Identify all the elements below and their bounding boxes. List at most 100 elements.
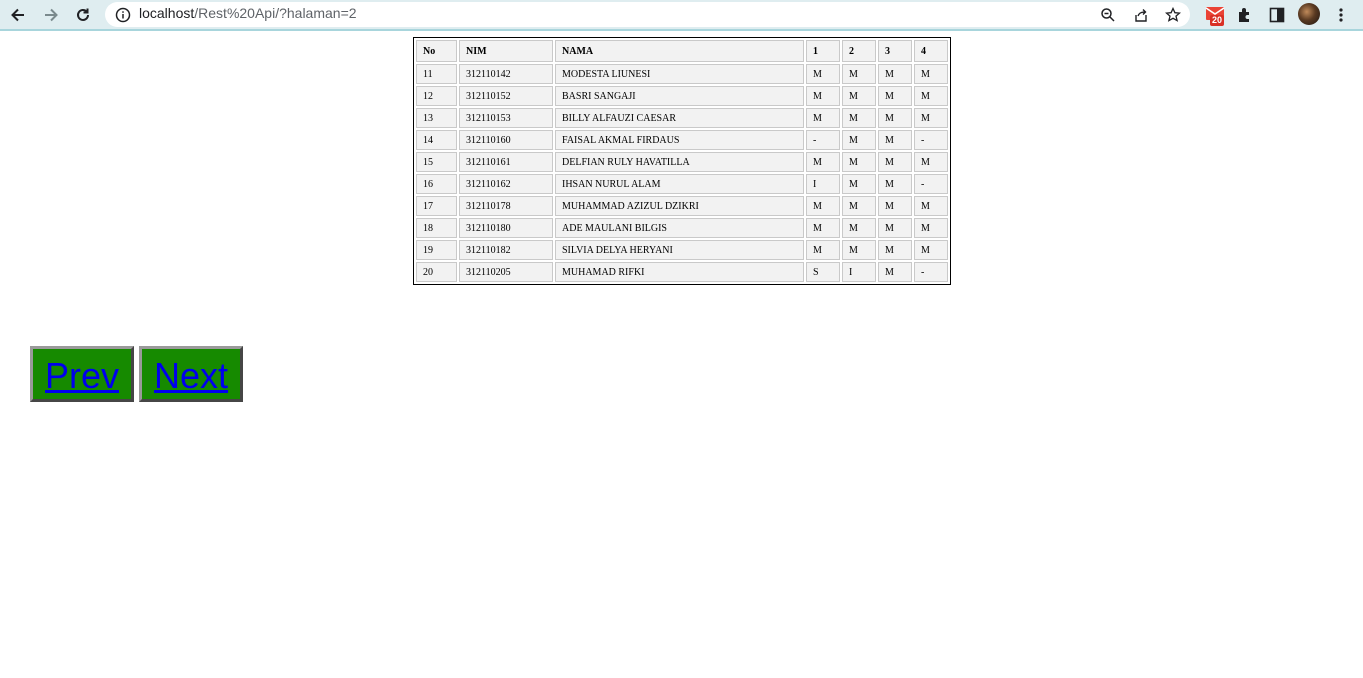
table-row: 19 312110182 SILVIA DELYA HERYANI M M M M [416,240,948,260]
cell-2: M [842,240,876,260]
cell-4: M [914,196,948,216]
cell-no: 20 [416,262,457,282]
header-nama: NAMA [555,40,804,62]
cell-no: 16 [416,174,457,194]
cell-nama: FAISAL AKMAL FIRDAUS [555,130,804,150]
cell-1: M [806,196,840,216]
cell-2: M [842,130,876,150]
table-row: 20 312110205 MUHAMAD RIFKI S I M - [416,262,948,282]
profile-avatar[interactable] [1298,3,1320,25]
cell-2: I [842,262,876,282]
cell-2: M [842,196,876,216]
url-text[interactable]: localhost/Rest%20Api/?halaman=2 [139,5,357,21]
url-path: /Rest%20Api/?halaman=2 [194,5,357,21]
cell-nim: 312110180 [459,218,553,238]
next-button[interactable]: Next [139,346,244,402]
cell-nama: IHSAN NURUL ALAM [555,174,804,194]
cell-1: M [806,108,840,128]
browser-toolbar: localhost/Rest%20Api/?halaman=2 20 [0,0,1363,31]
cell-4: M [914,152,948,172]
cell-nama: ADE MAULANI BILGIS [555,218,804,238]
side-panel-icon[interactable] [1264,2,1290,28]
cell-3: M [878,86,912,106]
cell-3: M [878,108,912,128]
cell-4: M [914,64,948,84]
cell-1: S [806,262,840,282]
cell-no: 12 [416,86,457,106]
table-row: 11 312110142 MODESTA LIUNESI M M M M [416,64,948,84]
cell-2: M [842,152,876,172]
cell-no: 15 [416,152,457,172]
cell-nim: 312110152 [459,86,553,106]
cell-2: M [842,86,876,106]
cell-1: M [806,152,840,172]
header-3: 3 [878,40,912,62]
table-row: 18 312110180 ADE MAULANI BILGIS M M M M [416,218,948,238]
table-header-row: No NIM NAMA 1 2 3 4 [416,40,948,62]
cell-3: M [878,240,912,260]
cell-1: - [806,130,840,150]
reload-icon[interactable] [70,2,96,28]
table-row: 16 312110162 IHSAN NURUL ALAM I M M - [416,174,948,194]
table-row: 13 312110153 BILLY ALFAUZI CAESAR M M M M [416,108,948,128]
cell-2: M [842,108,876,128]
cell-nim: 312110142 [459,64,553,84]
cell-3: M [878,130,912,150]
header-1: 1 [806,40,840,62]
cell-no: 13 [416,108,457,128]
header-nim: NIM [459,40,553,62]
cell-nama: SILVIA DELYA HERYANI [555,240,804,260]
cell-nama: MUHAMMAD AZIZUL DZIKRI [555,196,804,216]
site-info-icon[interactable] [115,7,131,23]
cell-nim: 312110178 [459,196,553,216]
cell-nim: 312110161 [459,152,553,172]
cell-nim: 312110153 [459,108,553,128]
cell-no: 11 [416,64,457,84]
cell-nim: 312110160 [459,130,553,150]
cell-4: M [914,218,948,238]
bookmark-star-icon[interactable] [1163,5,1183,25]
header-4: 4 [914,40,948,62]
cell-no: 19 [416,240,457,260]
cell-no: 17 [416,196,457,216]
cell-4: M [914,240,948,260]
cell-1: I [806,174,840,194]
attendance-table: No NIM NAMA 1 2 3 4 11 312110142 MODESTA L… [413,37,951,285]
pagination: Prev Next [30,346,244,402]
extension-badge-count: 20 [1210,15,1225,26]
address-bar[interactable]: localhost/Rest%20Api/?halaman=2 [105,2,1190,27]
zoom-icon[interactable] [1098,5,1118,25]
table-row: 14 312110160 FAISAL AKMAL FIRDAUS - M M - [416,130,948,150]
cell-4: - [914,174,948,194]
cell-2: M [842,64,876,84]
cell-1: M [806,86,840,106]
header-2: 2 [842,40,876,62]
cell-4: - [914,130,948,150]
cell-3: M [878,196,912,216]
cell-1: M [806,64,840,84]
share-icon[interactable] [1131,5,1151,25]
forward-arrow-icon[interactable] [38,2,64,28]
prev-button[interactable]: Prev [30,346,135,402]
back-arrow-icon[interactable] [5,2,31,28]
cell-3: M [878,64,912,84]
cell-1: M [806,240,840,260]
cell-2: M [842,218,876,238]
cell-nim: 312110162 [459,174,553,194]
table-row: 15 312110161 DELFIAN RULY HAVATILLA M M M M [416,152,948,172]
url-host: localhost [139,5,195,21]
cell-nama: BILLY ALFAUZI CAESAR [555,108,804,128]
header-no: No [416,40,457,62]
cell-4: M [914,86,948,106]
cell-1: M [806,218,840,238]
extensions-puzzle-icon[interactable] [1232,2,1258,28]
cell-nama: BASRI SANGAJI [555,86,804,106]
cell-nama: MUHAMAD RIFKI [555,262,804,282]
cell-nim: 312110205 [459,262,553,282]
cell-3: M [878,174,912,194]
cell-no: 14 [416,130,457,150]
kebab-menu-icon[interactable] [1328,2,1354,28]
cell-4: - [914,262,948,282]
table-body: 11 312110142 MODESTA LIUNESI M M M M 12 31211015… [416,64,948,282]
cell-2: M [842,174,876,194]
